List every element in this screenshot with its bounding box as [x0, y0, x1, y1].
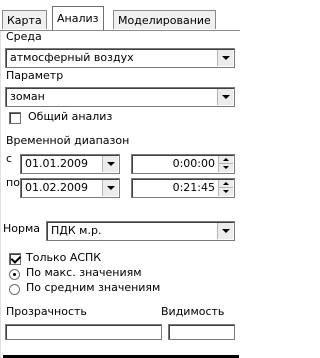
norma-label: Норма — [3, 222, 41, 235]
diapazon-label: Временной диапазон — [6, 134, 130, 147]
from-time-value: 0:00:00 — [172, 157, 215, 170]
prozrachnost-label: Прозрачность — [6, 305, 87, 318]
obshiy-analiz-label: Общий анализ — [28, 110, 113, 123]
spin-down-icon[interactable] — [218, 164, 233, 172]
parametr-combo[interactable]: зоман — [5, 87, 235, 107]
tolko-aspk-checkbox[interactable] — [9, 253, 21, 265]
chevron-down-icon[interactable] — [102, 180, 118, 196]
tab-modelirovanie[interactable]: Моделирование — [113, 10, 216, 29]
parametr-value: зоман — [10, 90, 45, 103]
po-maks-radio[interactable] — [9, 269, 20, 280]
norma-value: ПДК м.р. — [51, 224, 102, 237]
parametr-label: Параметр — [6, 69, 64, 82]
to-time-spinner[interactable]: 0:21:45 — [131, 178, 235, 198]
obshiy-analiz-checkbox[interactable] — [9, 112, 21, 124]
norma-combo[interactable]: ПДК м.р. — [46, 221, 235, 241]
to-date-value: 01.02.2009 — [25, 181, 88, 194]
spin-up-icon[interactable] — [218, 156, 233, 164]
sreda-value: атмосферный воздух — [10, 51, 134, 64]
vidimost-field[interactable] — [168, 324, 235, 340]
to-date-picker[interactable]: 01.02.2009 — [20, 178, 120, 198]
analysis-tab-panel: Среда атмосферный воздух Параметр зоман … — [0, 30, 240, 358]
tolko-aspk-label: Только АСПК — [26, 251, 102, 264]
tab-karta[interactable]: Карта — [2, 10, 47, 29]
sreda-combo[interactable]: атмосферный воздух — [5, 48, 235, 68]
from-time-spinner[interactable]: 0:00:00 — [131, 154, 235, 174]
po-maks-label: По макс. значениям — [26, 266, 142, 279]
to-prefix: по — [6, 176, 20, 189]
analysis-panel-root: Карта Анализ Моделирование Среда атмосфе… — [0, 0, 240, 358]
chevron-down-icon[interactable] — [217, 89, 233, 105]
to-time-value: 0:21:45 — [172, 181, 215, 194]
from-date-value: 01.01.2009 — [25, 157, 88, 170]
from-date-picker[interactable]: 01.01.2009 — [20, 154, 120, 174]
po-srednim-radio[interactable] — [9, 284, 20, 295]
chevron-down-icon[interactable] — [217, 50, 233, 66]
spin-down-icon[interactable] — [218, 188, 233, 196]
spin-up-icon[interactable] — [218, 180, 233, 188]
chevron-down-icon[interactable] — [102, 156, 118, 172]
chevron-down-icon[interactable] — [217, 223, 233, 239]
po-srednim-label: По средним значениям — [26, 281, 161, 294]
prozrachnost-field[interactable] — [5, 324, 162, 340]
sreda-label: Среда — [6, 30, 42, 43]
vidimost-label: Видимость — [161, 305, 225, 318]
tab-analiz[interactable]: Анализ — [52, 6, 104, 30]
tab-strip: Карта Анализ Моделирование — [0, 6, 240, 32]
from-prefix: с — [6, 152, 13, 165]
